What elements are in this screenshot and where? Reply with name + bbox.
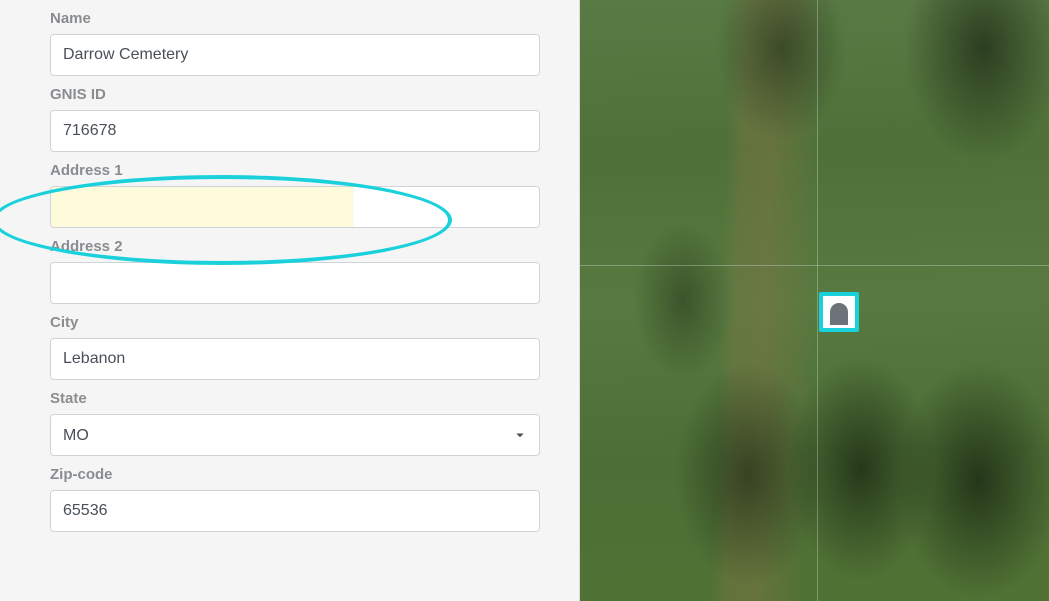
gnis-id-label: GNIS ID bbox=[50, 86, 559, 103]
zipcode-input[interactable] bbox=[50, 490, 540, 532]
address2-label: Address 2 bbox=[50, 238, 559, 255]
form-scroll-area[interactable]: Name GNIS ID Address 1 Address 2 City St… bbox=[50, 0, 559, 601]
city-group: City bbox=[50, 314, 559, 380]
gravestone-icon bbox=[830, 303, 848, 325]
map-panel[interactable] bbox=[580, 0, 1049, 601]
name-label: Name bbox=[50, 10, 559, 27]
address2-group: Address 2 bbox=[50, 238, 559, 304]
map-satellite-terrain bbox=[580, 0, 1049, 601]
name-group: Name bbox=[50, 0, 559, 76]
address1-input[interactable] bbox=[50, 186, 540, 228]
address2-input[interactable] bbox=[50, 262, 540, 304]
name-input[interactable] bbox=[50, 34, 540, 76]
cemetery-marker[interactable] bbox=[819, 292, 859, 332]
gnis-id-group: GNIS ID bbox=[50, 86, 559, 152]
address1-label: Address 1 bbox=[50, 162, 559, 179]
address1-group: Address 1 bbox=[50, 162, 559, 228]
state-label: State bbox=[50, 390, 559, 407]
zipcode-group: Zip-code bbox=[50, 466, 559, 532]
gnis-id-input[interactable] bbox=[50, 110, 540, 152]
form-panel: Name GNIS ID Address 1 Address 2 City St… bbox=[0, 0, 580, 601]
city-label: City bbox=[50, 314, 559, 331]
map-grass-texture bbox=[580, 0, 1049, 601]
state-select[interactable]: MO bbox=[50, 414, 540, 456]
city-input[interactable] bbox=[50, 338, 540, 380]
zipcode-label: Zip-code bbox=[50, 466, 559, 483]
state-group: State MO bbox=[50, 390, 559, 456]
